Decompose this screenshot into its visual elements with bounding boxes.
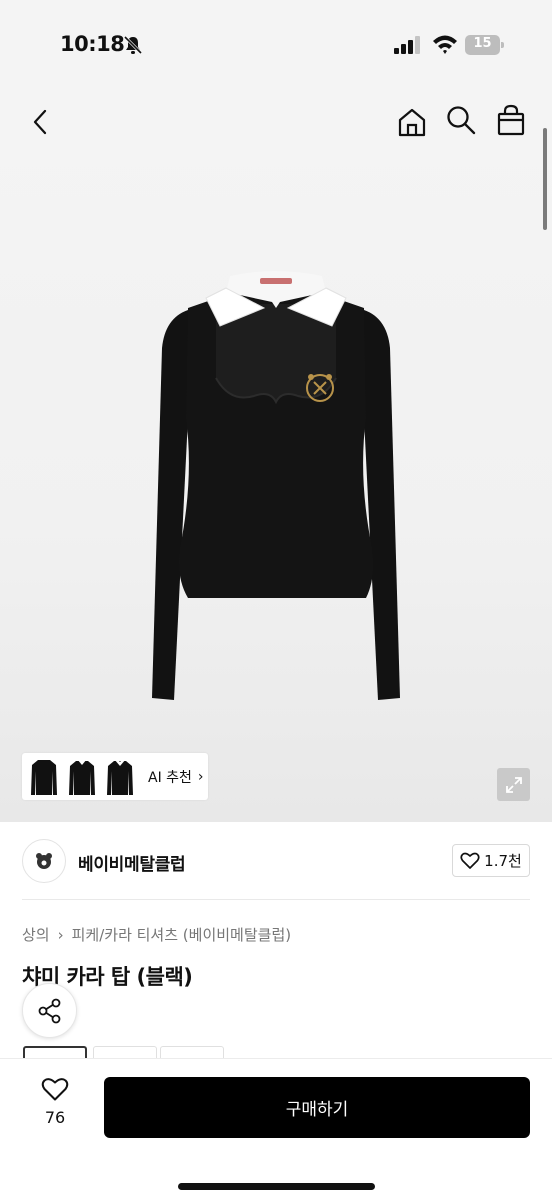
brand-row[interactable]: 베이비메탈클럽 1.7천	[0, 822, 552, 900]
heart-icon	[460, 852, 480, 869]
battery-indicator: 15	[465, 35, 505, 55]
heart-icon	[41, 1078, 69, 1101]
bear-emblem-icon	[36, 853, 52, 869]
wishlist-button[interactable]: 76	[28, 1077, 82, 1137]
chevron-right-icon: ›	[57, 925, 64, 944]
share-icon	[38, 998, 60, 1023]
status-time: 10:18	[60, 32, 125, 56]
shopping-bag-icon	[497, 104, 525, 136]
chevron-left-icon	[33, 109, 47, 135]
breadcrumb-item[interactable]: 피케/카라 티셔츠 (베이비메탈클럽)	[72, 924, 292, 945]
brand-name[interactable]: 베이비메탈클럽	[78, 850, 186, 875]
breadcrumb-item[interactable]: 상의	[22, 924, 50, 945]
wishlist-count: 76	[44, 1108, 66, 1127]
scroll-indicator[interactable]	[543, 128, 547, 230]
bell-off-icon	[123, 35, 143, 55]
battery-level: 15	[473, 36, 492, 51]
recommend-thumbnail[interactable]	[64, 756, 100, 798]
back-button[interactable]	[22, 104, 58, 140]
zoom-button[interactable]	[497, 768, 530, 801]
product-photo	[152, 271, 400, 700]
home-button[interactable]	[394, 104, 430, 140]
brand-like-button[interactable]: 1.7천	[452, 844, 530, 877]
chevron-right-icon: ›	[197, 768, 204, 785]
shopping-bag-button[interactable]	[493, 102, 529, 138]
share-button[interactable]	[22, 983, 77, 1038]
buy-button[interactable]: 구매하기	[104, 1077, 530, 1138]
ai-recommend-label: AI 추천	[148, 769, 192, 786]
product-image-area[interactable]: AI 추천 ›	[0, 90, 552, 822]
brand-logo[interactable]	[22, 839, 66, 883]
home-icon	[398, 108, 426, 137]
expand-icon	[505, 776, 522, 793]
brand-like-count: 1.7천	[484, 852, 522, 870]
recommend-thumbnail[interactable]	[26, 756, 62, 798]
status-bar: 10:18 15	[0, 0, 552, 90]
divider	[22, 899, 530, 900]
bottom-action-bar: 76 구매하기	[0, 1058, 552, 1200]
cellular-signal-icon	[394, 36, 420, 54]
home-indicator	[178, 1183, 375, 1190]
wifi-icon	[433, 35, 457, 54]
breadcrumb: 상의 › 피케/카라 티셔츠 (베이비메탈클럽)	[22, 924, 291, 945]
search-icon	[447, 106, 476, 135]
search-button[interactable]	[443, 102, 479, 138]
recommend-thumbnail[interactable]	[102, 756, 138, 798]
ai-recommend-strip[interactable]: AI 추천 ›	[22, 753, 208, 800]
